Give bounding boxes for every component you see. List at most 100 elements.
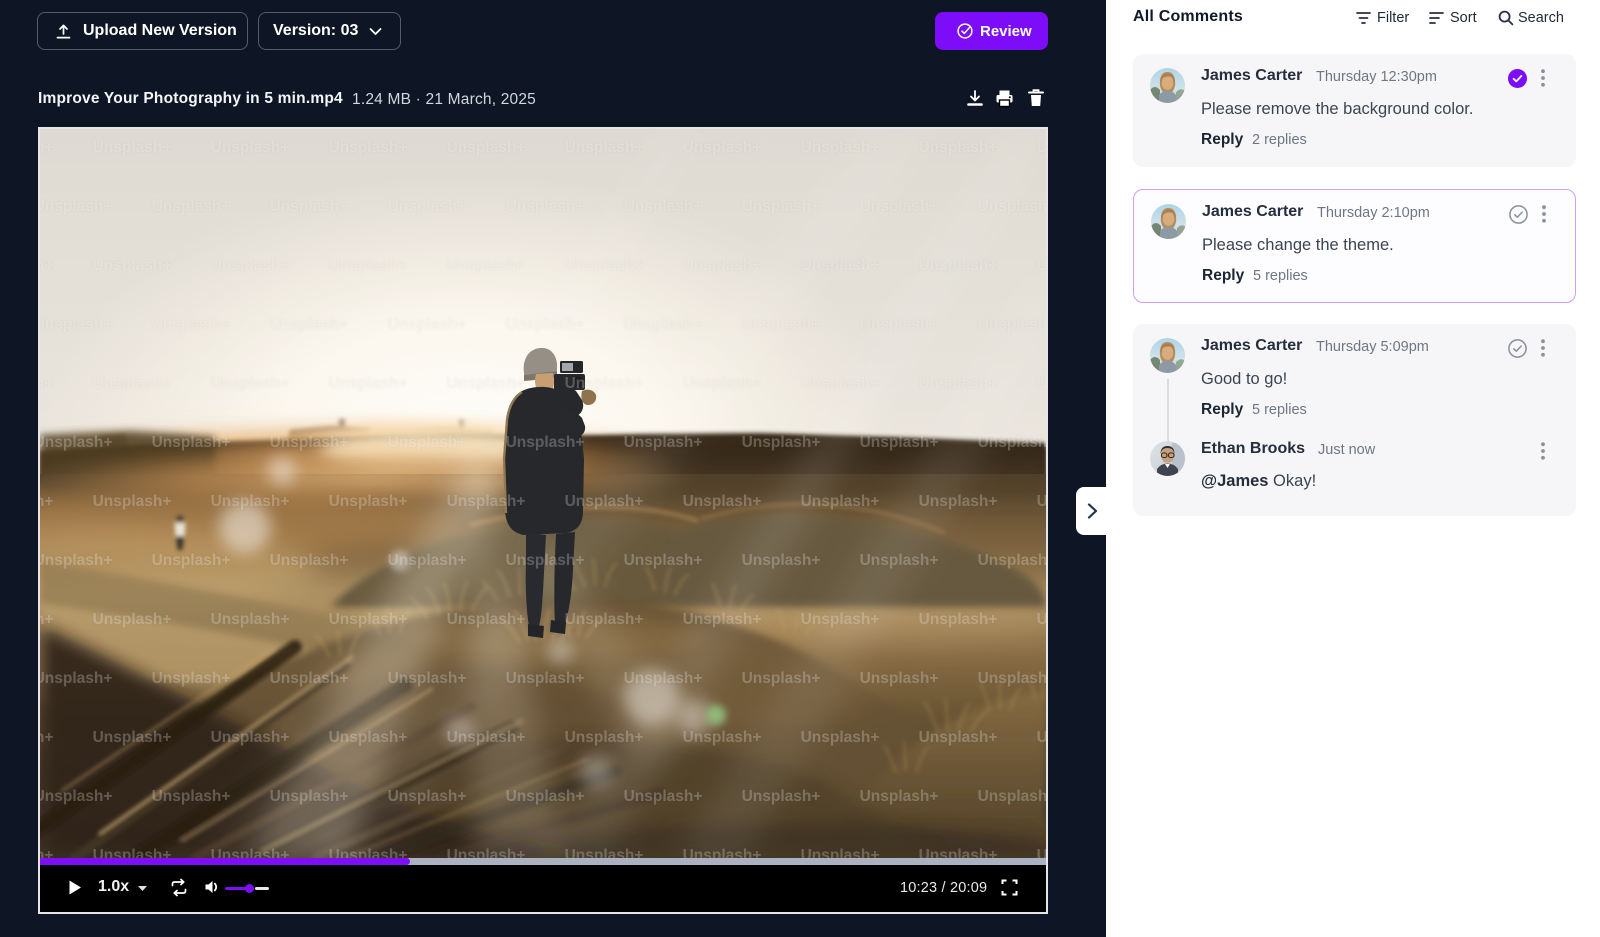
svg-text:Unsplash+: Unsplash+ bbox=[270, 670, 349, 687]
svg-text:Unsplash+: Unsplash+ bbox=[978, 316, 1046, 333]
svg-text:Unsplash+: Unsplash+ bbox=[742, 552, 821, 569]
svg-text:Unsplash+: Unsplash+ bbox=[624, 670, 703, 687]
svg-text:Unsplash+: Unsplash+ bbox=[683, 139, 762, 156]
svg-text:Unsplash+: Unsplash+ bbox=[978, 552, 1046, 569]
svg-text:Unsplash+: Unsplash+ bbox=[919, 139, 998, 156]
svg-text:Unsplash+: Unsplash+ bbox=[40, 729, 53, 746]
svg-text:Unsplash+: Unsplash+ bbox=[624, 198, 703, 215]
svg-text:Unsplash+: Unsplash+ bbox=[40, 434, 112, 451]
svg-text:Unsplash+: Unsplash+ bbox=[447, 493, 526, 510]
svg-text:Unsplash+: Unsplash+ bbox=[624, 552, 703, 569]
svg-text:Unsplash+: Unsplash+ bbox=[919, 611, 998, 628]
svg-text:Unsplash+: Unsplash+ bbox=[388, 316, 467, 333]
svg-text:Unsplash+: Unsplash+ bbox=[860, 552, 939, 569]
svg-text:Unsplash+: Unsplash+ bbox=[93, 257, 172, 274]
svg-text:Unsplash+: Unsplash+ bbox=[624, 788, 703, 805]
svg-text:Unsplash+: Unsplash+ bbox=[93, 611, 172, 628]
svg-text:Unsplash+: Unsplash+ bbox=[565, 257, 644, 274]
svg-text:Unsplash+: Unsplash+ bbox=[40, 788, 112, 805]
svg-text:Unsplash+: Unsplash+ bbox=[447, 847, 526, 858]
svg-text:Unsplash+: Unsplash+ bbox=[329, 847, 408, 858]
svg-text:Unsplash+: Unsplash+ bbox=[329, 139, 408, 156]
svg-text:Unsplash+: Unsplash+ bbox=[388, 434, 467, 451]
svg-text:Unsplash+: Unsplash+ bbox=[447, 139, 526, 156]
svg-text:Unsplash+: Unsplash+ bbox=[270, 552, 349, 569]
svg-text:Unsplash+: Unsplash+ bbox=[506, 316, 585, 333]
svg-text:Unsplash+: Unsplash+ bbox=[40, 257, 53, 274]
svg-text:Unsplash+: Unsplash+ bbox=[40, 493, 53, 510]
svg-text:Unsplash+: Unsplash+ bbox=[40, 375, 53, 392]
svg-text:Unsplash+: Unsplash+ bbox=[683, 375, 762, 392]
svg-text:Unsplash+: Unsplash+ bbox=[506, 434, 585, 451]
svg-text:Unsplash+: Unsplash+ bbox=[447, 257, 526, 274]
svg-text:Unsplash+: Unsplash+ bbox=[860, 198, 939, 215]
svg-text:Unsplash+: Unsplash+ bbox=[506, 788, 585, 805]
svg-text:Unsplash+: Unsplash+ bbox=[211, 493, 290, 510]
svg-text:Unsplash+: Unsplash+ bbox=[211, 375, 290, 392]
svg-text:Unsplash+: Unsplash+ bbox=[801, 847, 880, 858]
svg-text:Unsplash+: Unsplash+ bbox=[447, 611, 526, 628]
svg-text:Unsplash+: Unsplash+ bbox=[683, 257, 762, 274]
svg-text:Unsplash+: Unsplash+ bbox=[565, 847, 644, 858]
svg-text:Unsplash+: Unsplash+ bbox=[40, 847, 53, 858]
svg-text:Unsplash+: Unsplash+ bbox=[270, 198, 349, 215]
svg-text:Unsplash+: Unsplash+ bbox=[801, 139, 880, 156]
svg-text:Unsplash+: Unsplash+ bbox=[978, 198, 1046, 215]
svg-text:Unsplash+: Unsplash+ bbox=[40, 139, 53, 156]
svg-text:Unsplash+: Unsplash+ bbox=[742, 198, 821, 215]
svg-text:Unsplash+: Unsplash+ bbox=[40, 316, 112, 333]
svg-text:Unsplash+: Unsplash+ bbox=[742, 788, 821, 805]
svg-text:Unsplash+: Unsplash+ bbox=[329, 257, 408, 274]
svg-text:Unsplash+: Unsplash+ bbox=[624, 316, 703, 333]
svg-text:Unsplash+: Unsplash+ bbox=[1037, 847, 1046, 858]
svg-text:Unsplash+: Unsplash+ bbox=[93, 375, 172, 392]
svg-text:Unsplash+: Unsplash+ bbox=[801, 375, 880, 392]
svg-text:Unsplash+: Unsplash+ bbox=[860, 788, 939, 805]
svg-text:Unsplash+: Unsplash+ bbox=[211, 729, 290, 746]
svg-text:Unsplash+: Unsplash+ bbox=[506, 552, 585, 569]
svg-text:Unsplash+: Unsplash+ bbox=[919, 493, 998, 510]
svg-text:Unsplash+: Unsplash+ bbox=[329, 375, 408, 392]
svg-text:Unsplash+: Unsplash+ bbox=[152, 552, 231, 569]
svg-text:Unsplash+: Unsplash+ bbox=[565, 729, 644, 746]
svg-text:Unsplash+: Unsplash+ bbox=[93, 139, 172, 156]
svg-text:Unsplash+: Unsplash+ bbox=[152, 316, 231, 333]
svg-text:Unsplash+: Unsplash+ bbox=[1037, 611, 1046, 628]
svg-text:Unsplash+: Unsplash+ bbox=[388, 198, 467, 215]
svg-text:Unsplash+: Unsplash+ bbox=[329, 493, 408, 510]
svg-text:Unsplash+: Unsplash+ bbox=[919, 729, 998, 746]
svg-text:Unsplash+: Unsplash+ bbox=[152, 788, 231, 805]
svg-text:Unsplash+: Unsplash+ bbox=[506, 670, 585, 687]
svg-text:Unsplash+: Unsplash+ bbox=[919, 847, 998, 858]
svg-text:Unsplash+: Unsplash+ bbox=[1037, 729, 1046, 746]
svg-text:Unsplash+: Unsplash+ bbox=[93, 847, 172, 858]
svg-text:Unsplash+: Unsplash+ bbox=[93, 493, 172, 510]
svg-text:Unsplash+: Unsplash+ bbox=[919, 375, 998, 392]
svg-text:Unsplash+: Unsplash+ bbox=[152, 670, 231, 687]
svg-text:Unsplash+: Unsplash+ bbox=[211, 257, 290, 274]
svg-text:Unsplash+: Unsplash+ bbox=[270, 788, 349, 805]
svg-text:Unsplash+: Unsplash+ bbox=[211, 139, 290, 156]
svg-text:Unsplash+: Unsplash+ bbox=[40, 198, 112, 215]
svg-text:Unsplash+: Unsplash+ bbox=[211, 847, 290, 858]
svg-text:Unsplash+: Unsplash+ bbox=[683, 729, 762, 746]
svg-text:Unsplash+: Unsplash+ bbox=[211, 611, 290, 628]
svg-text:Unsplash+: Unsplash+ bbox=[624, 434, 703, 451]
svg-text:Unsplash+: Unsplash+ bbox=[978, 434, 1046, 451]
svg-text:Unsplash+: Unsplash+ bbox=[447, 729, 526, 746]
svg-text:Unsplash+: Unsplash+ bbox=[742, 670, 821, 687]
svg-text:Unsplash+: Unsplash+ bbox=[270, 316, 349, 333]
svg-text:Unsplash+: Unsplash+ bbox=[565, 375, 644, 392]
svg-text:Unsplash+: Unsplash+ bbox=[860, 434, 939, 451]
svg-text:Unsplash+: Unsplash+ bbox=[801, 257, 880, 274]
svg-text:Unsplash+: Unsplash+ bbox=[978, 788, 1046, 805]
svg-text:Unsplash+: Unsplash+ bbox=[1037, 139, 1046, 156]
svg-text:Unsplash+: Unsplash+ bbox=[329, 729, 408, 746]
svg-text:Unsplash+: Unsplash+ bbox=[683, 611, 762, 628]
svg-text:Unsplash+: Unsplash+ bbox=[801, 493, 880, 510]
svg-text:Unsplash+: Unsplash+ bbox=[683, 493, 762, 510]
svg-text:Unsplash+: Unsplash+ bbox=[801, 729, 880, 746]
svg-text:Unsplash+: Unsplash+ bbox=[1037, 375, 1046, 392]
svg-text:Unsplash+: Unsplash+ bbox=[919, 257, 998, 274]
svg-text:Unsplash+: Unsplash+ bbox=[565, 493, 644, 510]
